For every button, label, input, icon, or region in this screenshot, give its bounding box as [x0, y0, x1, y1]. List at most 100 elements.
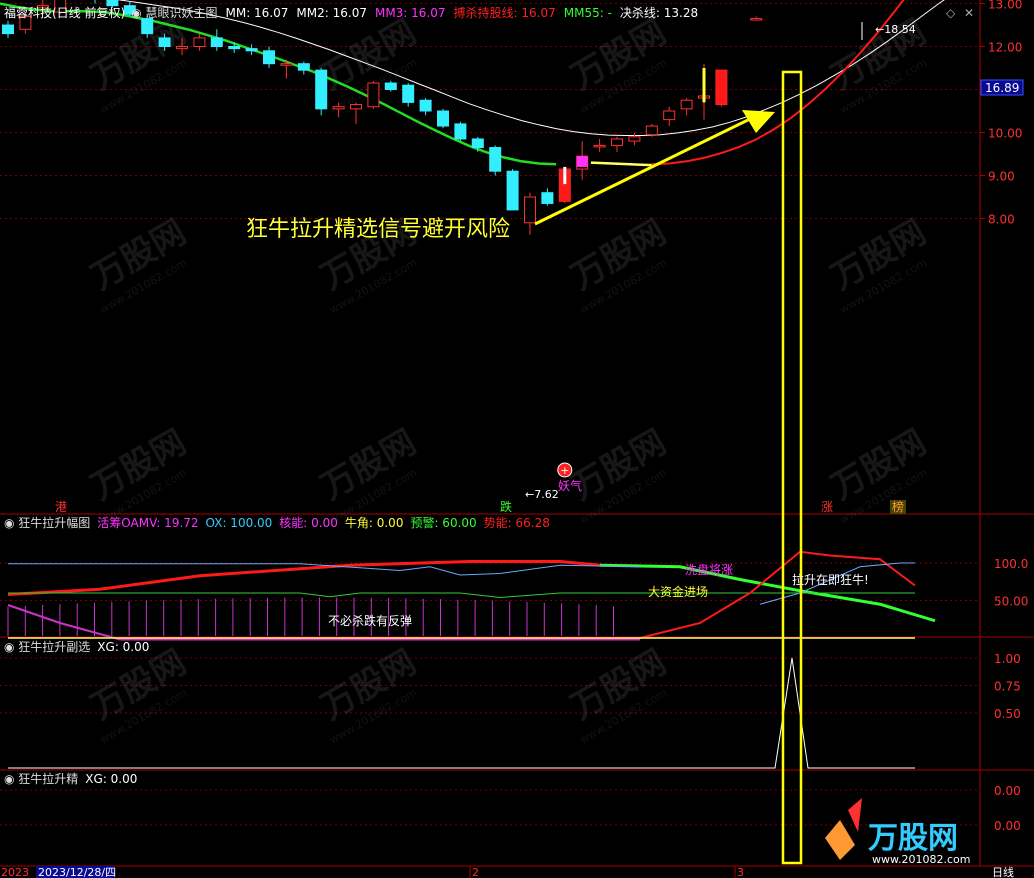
low-price-label: ←7.62 [525, 488, 559, 501]
candle [454, 121, 467, 142]
candle [315, 68, 328, 116]
candle-body [158, 37, 171, 48]
candle [94, 0, 96, 4]
yaoqi-label: 妖气 [558, 478, 582, 493]
sub2-value: XG: 0.00 [97, 640, 149, 654]
candle-body [297, 63, 310, 71]
logo-figure-icon [825, 820, 855, 860]
candle-body [2, 24, 14, 35]
magenta-bar [576, 156, 588, 167]
candle [2, 20, 14, 38]
candle-body [506, 170, 519, 211]
candle-body [315, 69, 328, 110]
main-indicator-value: 决杀线: 13.28 [620, 5, 698, 20]
die-label: 跌 [500, 499, 512, 514]
candle [419, 98, 432, 116]
watermark-layer: 万股网www.201082.com万股网www.201082.com万股网www… [85, 12, 933, 746]
candle-body [471, 138, 484, 149]
sub2-tick-label: 0.50 [994, 707, 1021, 721]
sub2-tick-label: 0.75 [994, 680, 1021, 694]
sub1-indicator-value: 势能: 66.28 [484, 516, 550, 530]
candle [437, 108, 449, 129]
year-label: 2023 [1, 866, 29, 878]
candle-body [332, 106, 345, 110]
main-indicator-value: MM2: 16.07 [296, 6, 367, 20]
candle-body [663, 110, 676, 121]
sub1-indicator-value: OX: 100.00 [206, 516, 273, 530]
close-icon: ✕ [964, 6, 974, 20]
candle-body [350, 104, 362, 110]
high-price-label: ←18.54 [875, 23, 916, 36]
sub2-tick-label: 1.00 [994, 652, 1021, 666]
sub1-yujing-line [8, 592, 915, 599]
sub3-tick-label: 0.00 [994, 784, 1021, 798]
candle-body [106, 0, 119, 7]
current-price-label: 16.89 [985, 81, 1019, 95]
sub1-indicator-value: 活筹OAMV: 19.72 [97, 516, 198, 530]
zhang-label: 涨 [821, 499, 833, 514]
candle-body [193, 37, 206, 48]
candle [402, 83, 415, 107]
sub1-tick-label: 100.0 [994, 557, 1028, 571]
candle [593, 138, 606, 152]
candle-body [437, 110, 449, 127]
price-tick-label: 10.00 [988, 127, 1022, 141]
sub3-header: ◉ 狂牛拉升精 XG: 0.00 [4, 771, 137, 786]
main-header: 福蓉科技(日线 前复权) ◉ 慧眼识妖主图 MM: 16.07 MM2: 16.07 M… [4, 5, 698, 20]
main-indicator-value: MM: 16.07 [225, 6, 288, 20]
sub1-title: ◉ 狂牛拉升幅图 [4, 515, 90, 530]
candle-body [680, 99, 693, 110]
annotation-layer: 狂牛拉升精选信号避开风险 ←18.54 ←7.62+妖气港 跌 涨 榜不必杀跌有反弹 大资金… [55, 22, 970, 866]
logo-brand-text: 万股网 [868, 821, 958, 856]
sub2-header: ◉ 狂牛拉升副选 XG: 0.00 [4, 639, 149, 654]
sub1-indicator-value: 牛角: 0.00 [345, 515, 404, 530]
sub1-header: ◉ 狂牛拉升幅图 活筹OAMV: 19.72 OX: 100.00 核能: 0.00 牛… [4, 515, 550, 530]
candle [367, 80, 380, 109]
wash-label: 洗盘将涨 [685, 562, 733, 577]
candle-body [454, 123, 467, 140]
candle [489, 145, 502, 176]
main-indicator-value: MM55: - [564, 6, 612, 20]
candle [611, 136, 623, 152]
candle [350, 102, 362, 124]
price-tick-label: 9.00 [988, 170, 1015, 184]
candle-body [402, 84, 415, 103]
candle-body [593, 144, 606, 148]
sub1-tick-label: 50.00 [994, 595, 1028, 609]
candle-body [541, 192, 554, 204]
candle-body [210, 37, 223, 48]
candle [506, 169, 519, 211]
candle-body [645, 125, 658, 136]
month3-label: 3 [737, 866, 744, 878]
candle-body [367, 82, 380, 108]
candle-body [280, 63, 293, 66]
candle-body [245, 48, 258, 52]
candle-body [611, 138, 623, 146]
price-tick-label: 13.00 [988, 0, 1022, 12]
candle [628, 132, 641, 146]
signal-bar-stripe [563, 166, 567, 185]
date-cursor-label: 2023/12/28/四 [38, 866, 116, 878]
candle-body [628, 136, 641, 142]
candle-body [750, 18, 763, 21]
main-indicator-value: 搏杀持股线: 16.07 [454, 5, 556, 20]
candle [645, 123, 658, 137]
fund-in-label: 大资金进场 [648, 584, 708, 599]
candle [193, 33, 206, 51]
headline-annotation: 狂牛拉升精选信号避开风险 [246, 217, 510, 242]
bang-label: 榜 [892, 499, 904, 514]
candle-body [228, 46, 241, 50]
candle [680, 98, 693, 116]
sub1-indicator-value: 预警: 60.00 [410, 515, 476, 530]
sub1-plot [7, 550, 936, 641]
stock-chart: 万股网www.201082.com万股网www.201082.com万股网www… [0, 0, 1034, 878]
signal-bar-stripe [702, 68, 706, 103]
candle [750, 16, 763, 21]
sub1-magenta-line [7, 604, 640, 641]
candle-body [384, 82, 397, 91]
sub2-title: ◉ 狂牛拉升副选 [4, 639, 90, 654]
candle-body [419, 99, 432, 112]
signal-bar-fill [715, 70, 727, 105]
candle [524, 192, 536, 235]
sub3-title: ◉ 狂牛拉升精 [4, 771, 78, 786]
